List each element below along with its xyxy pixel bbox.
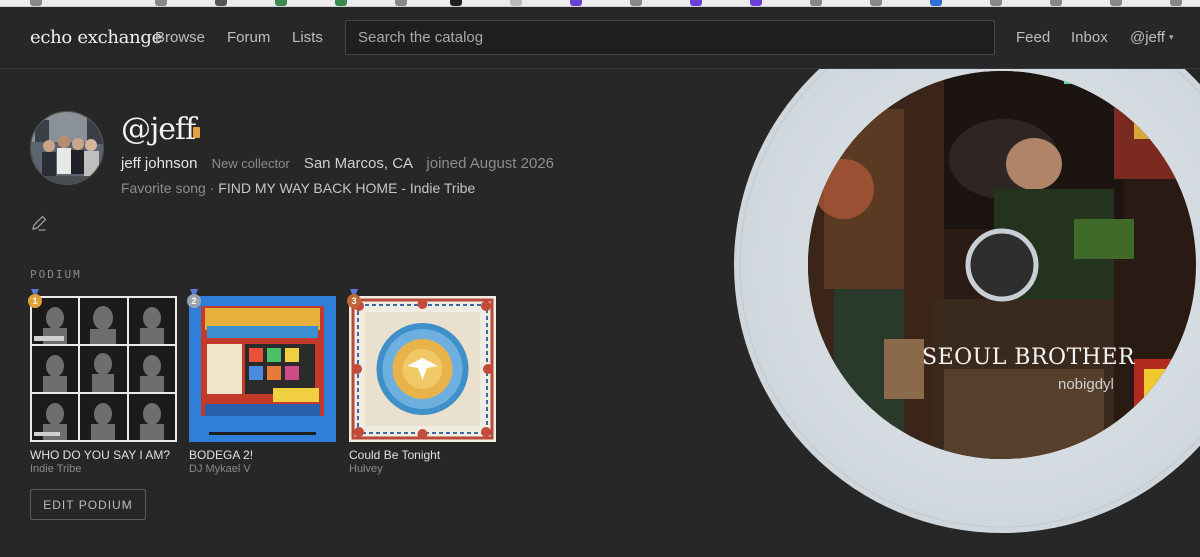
album-cover <box>349 296 496 442</box>
search-input[interactable] <box>346 21 994 54</box>
profile-joined: joined August 2026 <box>426 155 555 172</box>
chevron-down-icon: ▾ <box>1168 32 1174 42</box>
profile-meta: jeff johnson New collector San Marcos, C… <box>121 155 554 172</box>
album-title: Could Be Tonight <box>349 448 441 462</box>
album-title: BODEGA 2! <box>189 448 254 462</box>
edit-profile-pencil-icon[interactable] <box>30 214 48 232</box>
user-menu-label: @jeff <box>1130 29 1165 46</box>
site-logo[interactable]: echo exchange <box>30 27 162 48</box>
album-artist: Hulvey <box>349 463 383 475</box>
podium-item-3[interactable]: 3 Could Be Tonight Hulvey <box>347 289 496 475</box>
favorite-song: Favorite song · FIND MY WAY BACK HOME - … <box>121 180 475 196</box>
search-box <box>345 20 995 55</box>
podium-item-2[interactable]: 2 BODEGA 2! DJ Mykael V <box>187 289 336 475</box>
album-cover <box>30 296 177 442</box>
profile-location: San Marcos, CA <box>303 155 413 172</box>
nav-link-feed[interactable]: Feed <box>1016 29 1050 46</box>
rank-badge: 1 <box>28 294 42 308</box>
nav-link-lists[interactable]: Lists <box>292 29 323 46</box>
collector-level: New collector <box>211 156 290 171</box>
rank-badge: 3 <box>347 294 361 308</box>
nav-link-inbox[interactable]: Inbox <box>1071 29 1108 46</box>
top-navigation: echo exchange Browse Forum Lists Feed In… <box>0 7 1200 69</box>
rank-badge: 2 <box>187 294 201 308</box>
featured-record[interactable] <box>734 69 1200 557</box>
browser-tab-strip <box>0 0 1200 7</box>
favorite-song-prefix: Favorite song · <box>121 180 215 196</box>
album-title: WHO DO YOU SAY I AM? <box>30 448 171 462</box>
collector-badge-icon <box>193 127 200 138</box>
profile-name: jeff johnson <box>121 155 198 172</box>
nav-link-forum[interactable]: Forum <box>227 29 270 46</box>
avatar <box>30 111 104 185</box>
podium-heading: PODIUM <box>30 268 82 281</box>
featured-title: SEOUL BROTHER <box>922 345 1136 370</box>
edit-podium-button[interactable]: EDIT PODIUM <box>30 489 146 520</box>
profile-handle: @jeff <box>121 112 196 147</box>
user-menu[interactable]: @jeff ▾ <box>1130 29 1174 46</box>
podium-item-1[interactable]: 1 WHO DO YOU SAY I AM? Indie Tribe <box>28 289 177 475</box>
nav-link-browse[interactable]: Browse <box>155 29 205 46</box>
featured-artist: nobigdyl <box>1058 376 1114 393</box>
album-artist: Indie Tribe <box>30 463 82 475</box>
album-cover <box>189 296 336 442</box>
favorite-song-value[interactable]: FIND MY WAY BACK HOME - Indie Tribe <box>218 180 475 196</box>
album-artist: DJ Mykael V <box>189 463 251 475</box>
